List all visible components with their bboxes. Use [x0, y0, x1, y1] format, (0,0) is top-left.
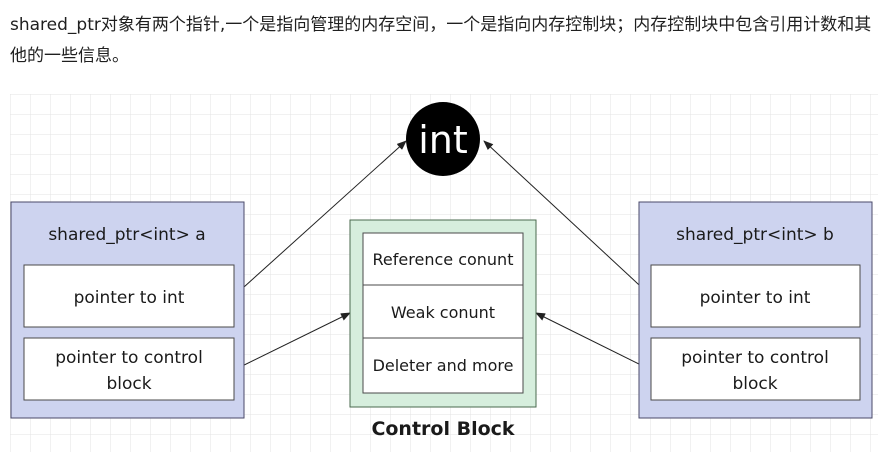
shared-ptr-b-pointer-to-control-label-2: block	[732, 374, 777, 394]
int-node-label: int	[418, 118, 468, 162]
control-block-caption: Control Block	[371, 418, 514, 440]
control-block-weak-count-label: Weak conunt	[391, 303, 495, 322]
shared-ptr-diagram: int shared_ptr<int> a pointer to int poi…	[10, 94, 878, 452]
control-block: Reference conunt Weak conunt Deleter and…	[349, 219, 537, 408]
control-block-reference-count-label: Reference conunt	[373, 250, 514, 269]
shared-ptr-a: shared_ptr<int> a pointer to int pointer…	[10, 201, 245, 419]
shared-ptr-a-pointer-to-int-label: pointer to int	[74, 288, 185, 308]
shared-ptr-a-pointer-to-control-label-1: pointer to control	[55, 348, 203, 368]
shared-ptr-b-pointer-to-control-label-1: pointer to control	[681, 348, 829, 368]
shared-ptr-a-pointer-to-control-label-2: block	[106, 374, 151, 394]
shared-ptr-b-title: shared_ptr<int> b	[676, 225, 834, 245]
control-block-deleter-label: Deleter and more	[373, 356, 514, 375]
shared-ptr-b-pointer-to-int-label: pointer to int	[700, 288, 811, 308]
shared-ptr-a-title: shared_ptr<int> a	[48, 225, 205, 245]
shared-ptr-b: shared_ptr<int> b pointer to int pointer…	[638, 201, 873, 419]
int-node: int	[406, 102, 480, 176]
